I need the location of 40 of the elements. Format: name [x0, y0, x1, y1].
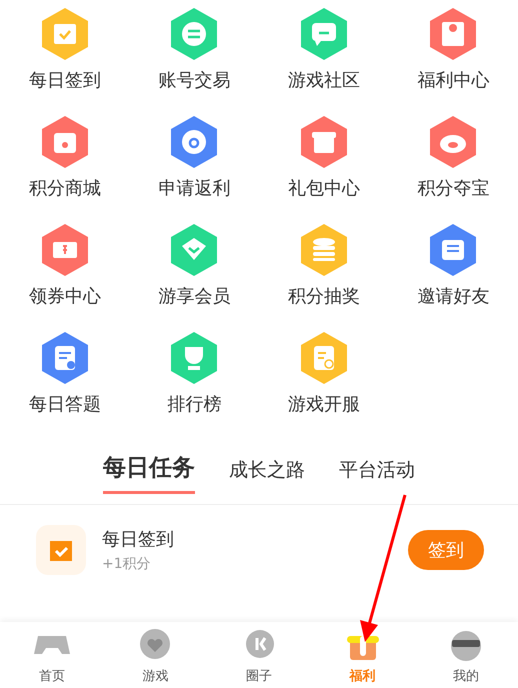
- task-tab[interactable]: 每日任务: [103, 452, 195, 494]
- service-item[interactable]: 游戏开服: [259, 330, 388, 416]
- service-label: 游戏开服: [288, 393, 360, 416]
- nav-tab[interactable]: 首页: [12, 622, 92, 688]
- service-item[interactable]: 游享会员: [130, 222, 259, 308]
- service-label: 每日答题: [28, 393, 101, 416]
- service-item[interactable]: 邀请好友: [388, 222, 518, 308]
- nav-tab[interactable]: 圈子: [218, 622, 299, 688]
- service-item[interactable]: 每日签到: [0, 6, 130, 92]
- service-item[interactable]: 积分商城: [0, 114, 130, 200]
- service-item[interactable]: 福利中心: [388, 6, 518, 92]
- service-item[interactable]: 每日答题: [0, 330, 130, 416]
- service-item[interactable]: 积分抽奖: [259, 222, 388, 308]
- nav-tab[interactable]: 游戏: [115, 622, 196, 688]
- service-item[interactable]: 游戏社区: [259, 6, 388, 92]
- service-label: 礼包中心: [288, 177, 360, 200]
- service-label: 每日签到: [28, 69, 101, 92]
- service-label: 邀请好友: [417, 285, 490, 308]
- service-item[interactable]: 排行榜: [130, 330, 259, 416]
- service-item[interactable]: 领券中心: [0, 222, 130, 308]
- service-item[interactable]: 申请返利: [130, 114, 259, 200]
- service-label: 积分夺宝: [417, 177, 490, 200]
- task-reward: +1积分: [102, 555, 152, 573]
- service-item[interactable]: 礼包中心: [259, 114, 388, 200]
- service-item[interactable]: 积分夺宝: [388, 114, 518, 200]
- service-label: 福利中心: [417, 69, 490, 92]
- calendar-check-icon: [36, 525, 86, 575]
- service-label: 积分抽奖: [288, 285, 360, 308]
- service-label: 领券中心: [28, 285, 101, 308]
- service-label: 申请返利: [158, 177, 230, 200]
- task-tab[interactable]: 平台活动: [339, 457, 415, 494]
- service-label: 账号交易: [158, 69, 230, 92]
- service-label: 排行榜: [167, 393, 222, 416]
- task-tab[interactable]: 成长之路: [229, 457, 305, 494]
- task-title: 每日签到: [102, 528, 175, 551]
- service-item[interactable]: 账号交易: [130, 6, 259, 92]
- nav-tab[interactable]: 我的: [426, 622, 506, 688]
- service-label: 游戏社区: [288, 69, 360, 92]
- service-label: 积分商城: [28, 177, 101, 200]
- service-label: 游享会员: [158, 285, 230, 308]
